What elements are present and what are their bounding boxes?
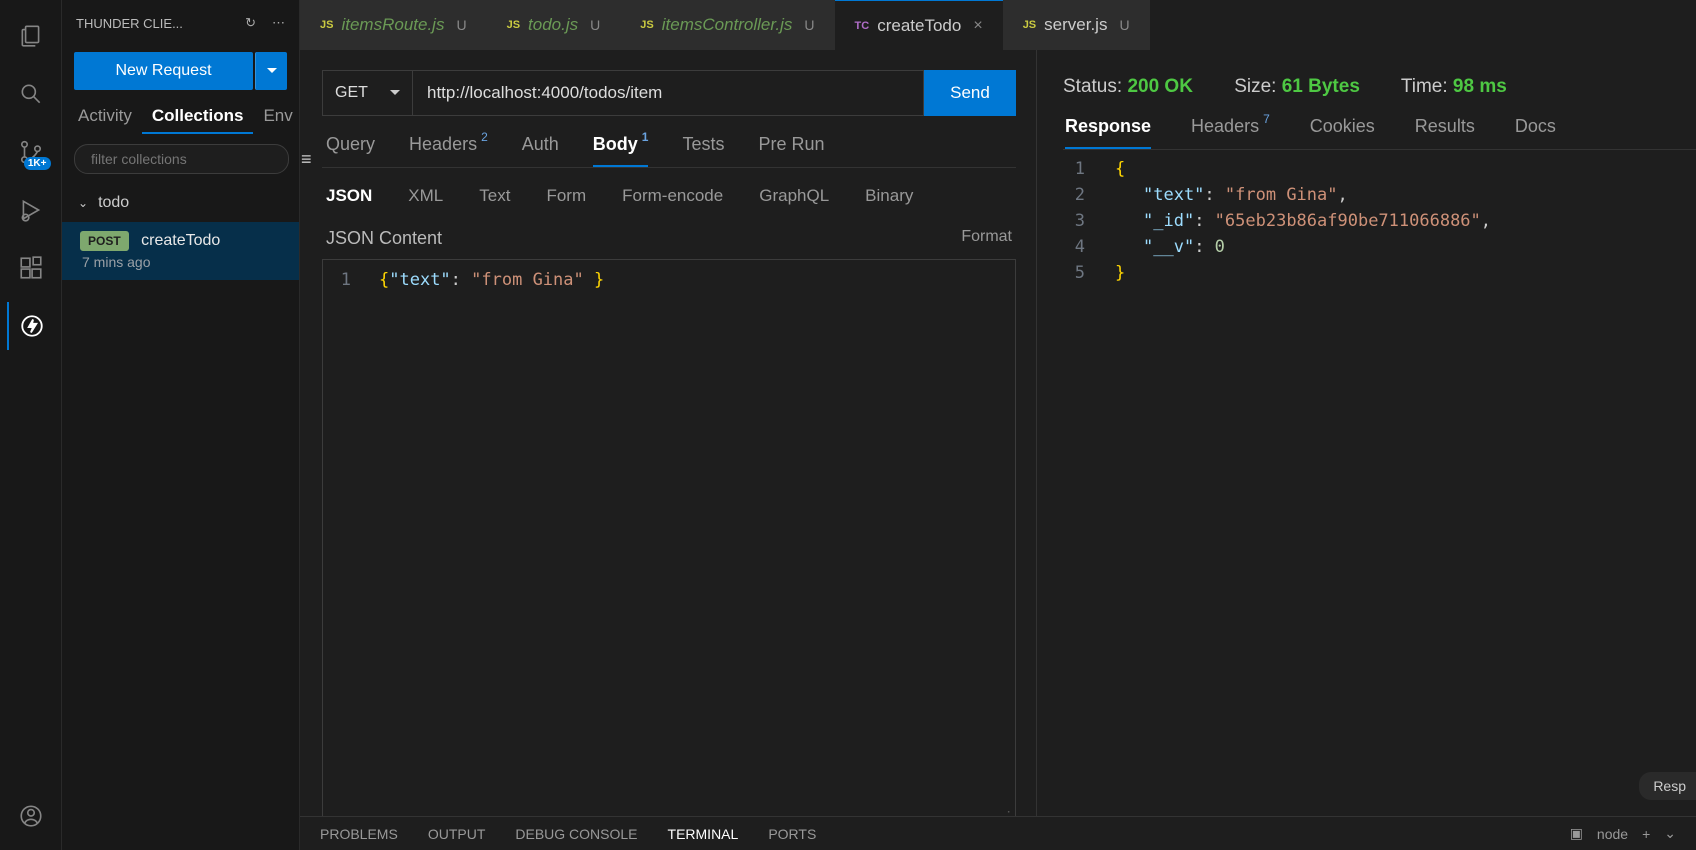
request-tabs: Query Headers 2 Auth Body 1 Tests Pre Ru… [322, 134, 1016, 168]
tab-createtodo[interactable]: TC createTodo × [835, 0, 1003, 50]
bodytype-form[interactable]: Form [546, 186, 586, 206]
accounts-icon[interactable] [7, 792, 55, 840]
req-tab-headers[interactable]: Headers 2 [409, 134, 488, 167]
thunder-client-icon[interactable] [7, 302, 55, 350]
sidebar-title: THUNDER CLIE... [76, 16, 183, 31]
source-control-icon[interactable]: 1K+ [7, 128, 55, 176]
bodytype-json[interactable]: JSON [326, 186, 372, 206]
panel-tab-ports[interactable]: PORTS [768, 826, 816, 842]
json-editor[interactable]: 1 {"text": "from Gina" } ⋰ [322, 259, 1016, 830]
sidebar-tab-collections[interactable]: Collections [142, 100, 254, 134]
resp-tab-headers[interactable]: Headers 7 [1191, 116, 1270, 149]
resp-tab-results[interactable]: Results [1415, 116, 1475, 149]
resp-tab-cookies[interactable]: Cookies [1310, 116, 1375, 149]
response-body-viewer[interactable]: 12345 { "text": "from Gina", "_id": "65e… [1063, 150, 1696, 292]
format-button[interactable]: Format [961, 228, 1012, 249]
send-button[interactable]: Send [924, 70, 1016, 116]
new-request-dropdown[interactable] [255, 52, 287, 90]
request-method-badge: POST [80, 231, 129, 251]
bodytype-xml[interactable]: XML [408, 186, 443, 206]
new-request-button[interactable]: New Request [74, 52, 253, 90]
response-status-info: Status: 200 OK Size: 61 Bytes Time: 98 m… [1063, 66, 1696, 116]
js-icon: JS [640, 19, 653, 31]
activity-bar: 1K+ [0, 0, 62, 850]
search-icon[interactable] [7, 70, 55, 118]
new-terminal-icon[interactable]: + [1642, 826, 1650, 842]
terminal-split-icon[interactable]: ⌄ [1664, 825, 1676, 842]
tab-itemsroute[interactable]: JS itemsRoute.js U [300, 0, 487, 50]
extensions-icon[interactable] [7, 244, 55, 292]
bodytype-binary[interactable]: Binary [865, 186, 913, 206]
collection-item-todo[interactable]: ⌄ todo [62, 184, 299, 222]
request-pane: GET Send Query Headers 2 Auth Body 1 Tes… [300, 50, 1037, 850]
tab-server[interactable]: JS server.js U [1003, 0, 1150, 50]
main-area: JS itemsRoute.js U JS todo.js U JS items… [300, 0, 1696, 850]
panel-tab-output[interactable]: OUTPUT [428, 826, 486, 842]
url-input[interactable] [412, 70, 924, 116]
collection-name: todo [98, 194, 129, 212]
body-type-tabs: JSON XML Text Form Form-encode GraphQL B… [322, 168, 1016, 216]
request-name: createTodo [141, 232, 220, 249]
js-icon: JS [320, 19, 333, 31]
more-icon[interactable]: ⋯ [272, 15, 285, 31]
editor-tab-bar: JS itemsRoute.js U JS todo.js U JS items… [300, 0, 1696, 50]
panel-tab-problems[interactable]: PROBLEMS [320, 826, 398, 842]
tab-todo[interactable]: JS todo.js U [487, 0, 621, 50]
thunder-sidebar: THUNDER CLIE... ↻ ⋯ New Request Activity… [62, 0, 300, 850]
terminal-process[interactable]: node [1597, 826, 1628, 842]
bottom-panel: PROBLEMS OUTPUT DEBUG CONSOLE TERMINAL P… [300, 816, 1696, 850]
js-icon: JS [507, 19, 520, 31]
response-tabs: Response Headers 7 Cookies Results Docs [1063, 116, 1696, 150]
sidebar-tabs: Activity Collections Env [62, 100, 299, 134]
req-tab-tests[interactable]: Tests [682, 134, 724, 167]
resp-tab-docs[interactable]: Docs [1515, 116, 1556, 149]
js-icon: JS [1023, 19, 1036, 31]
chevron-down-icon: ⌄ [78, 196, 88, 210]
terminal-icon[interactable]: ▣ [1570, 825, 1583, 842]
source-control-badge: 1K+ [24, 157, 51, 170]
filter-collections-input[interactable] [74, 144, 289, 174]
response-pill[interactable]: Resp [1639, 772, 1696, 800]
req-tab-query[interactable]: Query [326, 134, 375, 167]
sidebar-tab-env[interactable]: Env [253, 100, 302, 134]
json-content-label: JSON Content [326, 228, 442, 249]
panel-tab-terminal[interactable]: TERMINAL [668, 826, 739, 842]
method-select[interactable]: GET [322, 70, 412, 116]
req-tab-body[interactable]: Body 1 [593, 134, 649, 167]
request-time: 7 mins ago [80, 254, 281, 270]
response-pane: Status: 200 OK Size: 61 Bytes Time: 98 m… [1037, 50, 1696, 850]
refresh-icon[interactable]: ↻ [245, 15, 256, 31]
explorer-icon[interactable] [7, 12, 55, 60]
req-tab-prerun[interactable]: Pre Run [759, 134, 825, 167]
sidebar-header: THUNDER CLIE... ↻ ⋯ [62, 0, 299, 46]
request-item-createtodo[interactable]: POST createTodo 7 mins ago [62, 222, 299, 280]
bodytype-formencode[interactable]: Form-encode [622, 186, 723, 206]
req-tab-auth[interactable]: Auth [522, 134, 559, 167]
sidebar-tab-activity[interactable]: Activity [68, 100, 142, 134]
resp-tab-response[interactable]: Response [1065, 116, 1151, 149]
tc-icon: TC [855, 20, 870, 32]
run-debug-icon[interactable] [7, 186, 55, 234]
bodytype-text[interactable]: Text [479, 186, 510, 206]
bodytype-graphql[interactable]: GraphQL [759, 186, 829, 206]
panel-tab-debug[interactable]: DEBUG CONSOLE [515, 826, 637, 842]
tab-itemscontroller[interactable]: JS itemsController.js U [620, 0, 834, 50]
close-icon[interactable]: × [973, 17, 982, 35]
